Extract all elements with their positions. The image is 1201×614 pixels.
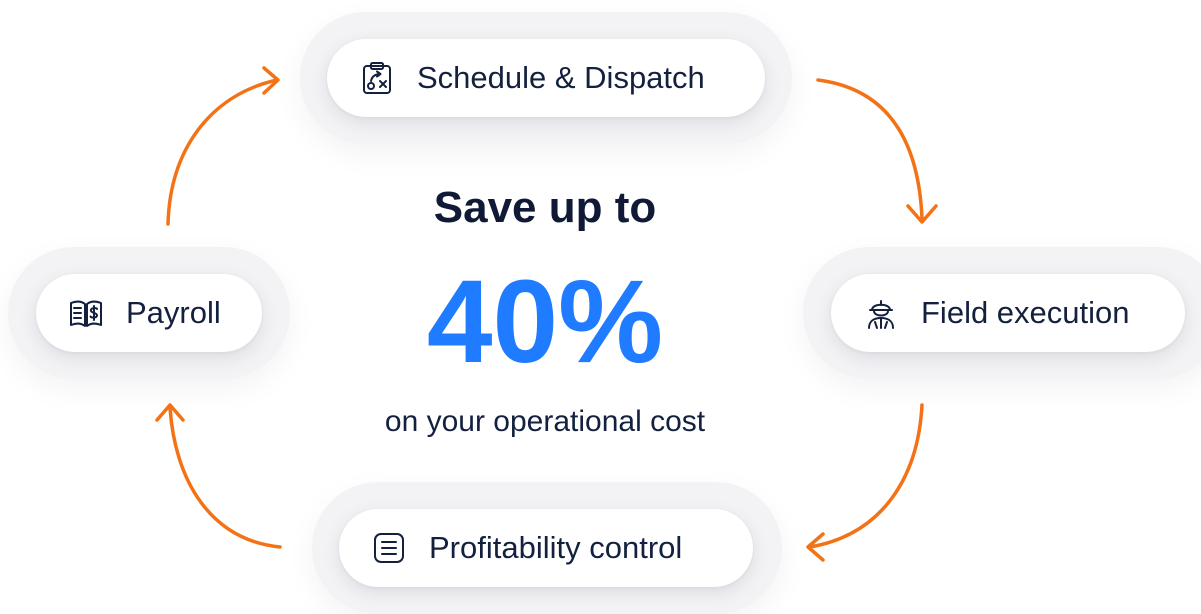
schedule-dispatch-node: Schedule & Dispatch — [327, 39, 765, 117]
worker-icon — [863, 295, 899, 331]
field-execution-label: Field execution — [921, 295, 1130, 330]
profitability-control-node: Profitability control — [339, 509, 753, 587]
list-document-icon — [371, 530, 407, 566]
payroll-book-icon — [68, 295, 104, 331]
payroll-node: Payroll — [36, 274, 262, 352]
savings-percentage: 40% — [426, 256, 664, 388]
arrow-schedule-to-field — [816, 78, 924, 220]
profitability-control-label: Profitability control — [429, 530, 683, 565]
clipboard-strategy-icon — [359, 60, 395, 96]
arrow-field-to-profit — [808, 403, 924, 549]
savings-subtitle: on your operational cost — [384, 405, 706, 438]
savings-cycle-diagram: Schedule & Dispatch Field execution Prof… — [0, 0, 1201, 614]
payroll-label: Payroll — [126, 295, 221, 330]
field-execution-node: Field execution — [831, 274, 1185, 352]
arrow-profit-to-payroll — [168, 406, 282, 549]
arrow-payroll-to-schedule — [166, 78, 279, 226]
schedule-dispatch-label: Schedule & Dispatch — [417, 60, 705, 95]
savings-heading: Save up to — [433, 183, 657, 232]
